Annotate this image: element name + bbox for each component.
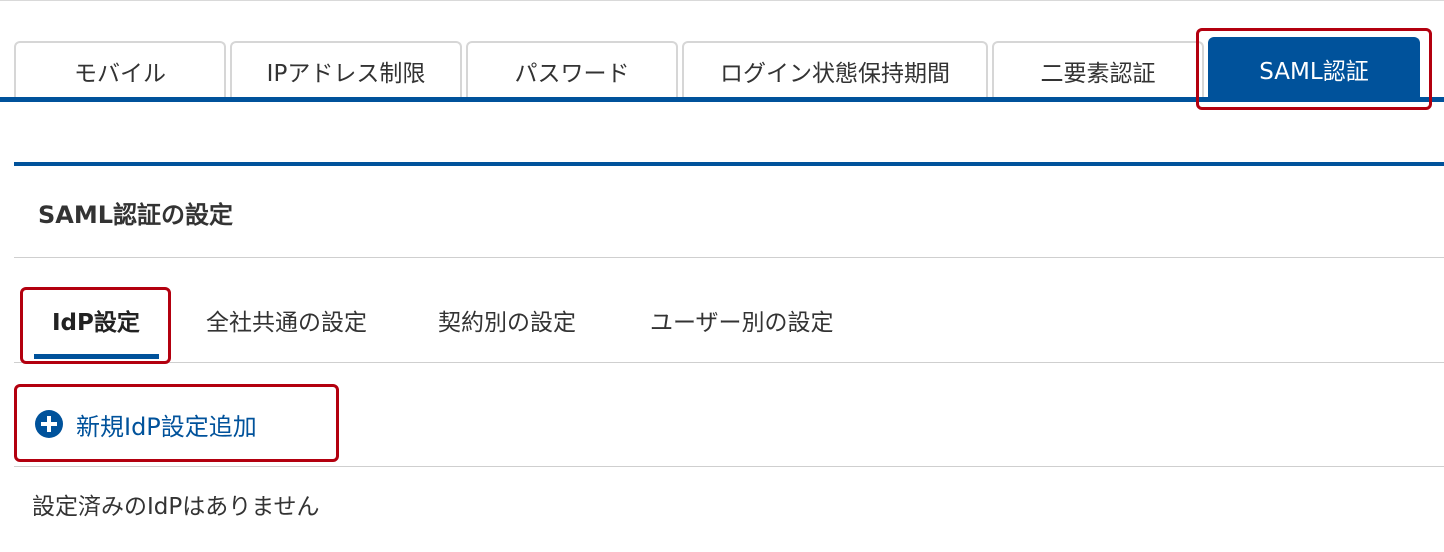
saml-settings-page: モバイル IPアドレス制限 パスワード ログイン状態保持期間 二要素認証 SAM… [0, 0, 1444, 552]
subtab-active-indicator [34, 354, 159, 359]
subtab-idp-settings[interactable]: IdP設定 [52, 303, 140, 337]
tab-ip-restriction[interactable]: IPアドレス制限 [230, 41, 462, 99]
tab-password[interactable]: パスワード [466, 41, 678, 99]
plus-circle-icon [35, 410, 63, 438]
add-idp-label: 新規IdP設定追加 [76, 412, 257, 441]
tab-saml[interactable]: SAML認証 [1208, 37, 1420, 99]
subtab-per-contract[interactable]: 契約別の設定 [438, 303, 576, 337]
idp-empty-message: 設定済みのIdPはありません [32, 494, 320, 520]
settings-tab-bar: モバイル IPアドレス制限 パスワード ログイン状態保持期間 二要素認証 SAM… [0, 1, 1444, 103]
subtab-per-user[interactable]: ユーザー別の設定 [650, 303, 834, 337]
add-idp-button[interactable]: 新規IdP設定追加 [34, 407, 257, 441]
subtab-company-common[interactable]: 全社共通の設定 [206, 303, 367, 337]
section-title: SAML認証の設定 [38, 201, 234, 229]
tab-login-retention[interactable]: ログイン状態保持期間 [682, 41, 988, 99]
subtab-divider [14, 362, 1444, 363]
tab-two-factor[interactable]: 二要素認証 [992, 41, 1204, 99]
section-top-rule [14, 162, 1444, 166]
list-divider [14, 466, 1444, 467]
tab-bar-underline [0, 97, 1444, 102]
section-divider [14, 257, 1444, 258]
tab-mobile[interactable]: モバイル [14, 41, 226, 99]
